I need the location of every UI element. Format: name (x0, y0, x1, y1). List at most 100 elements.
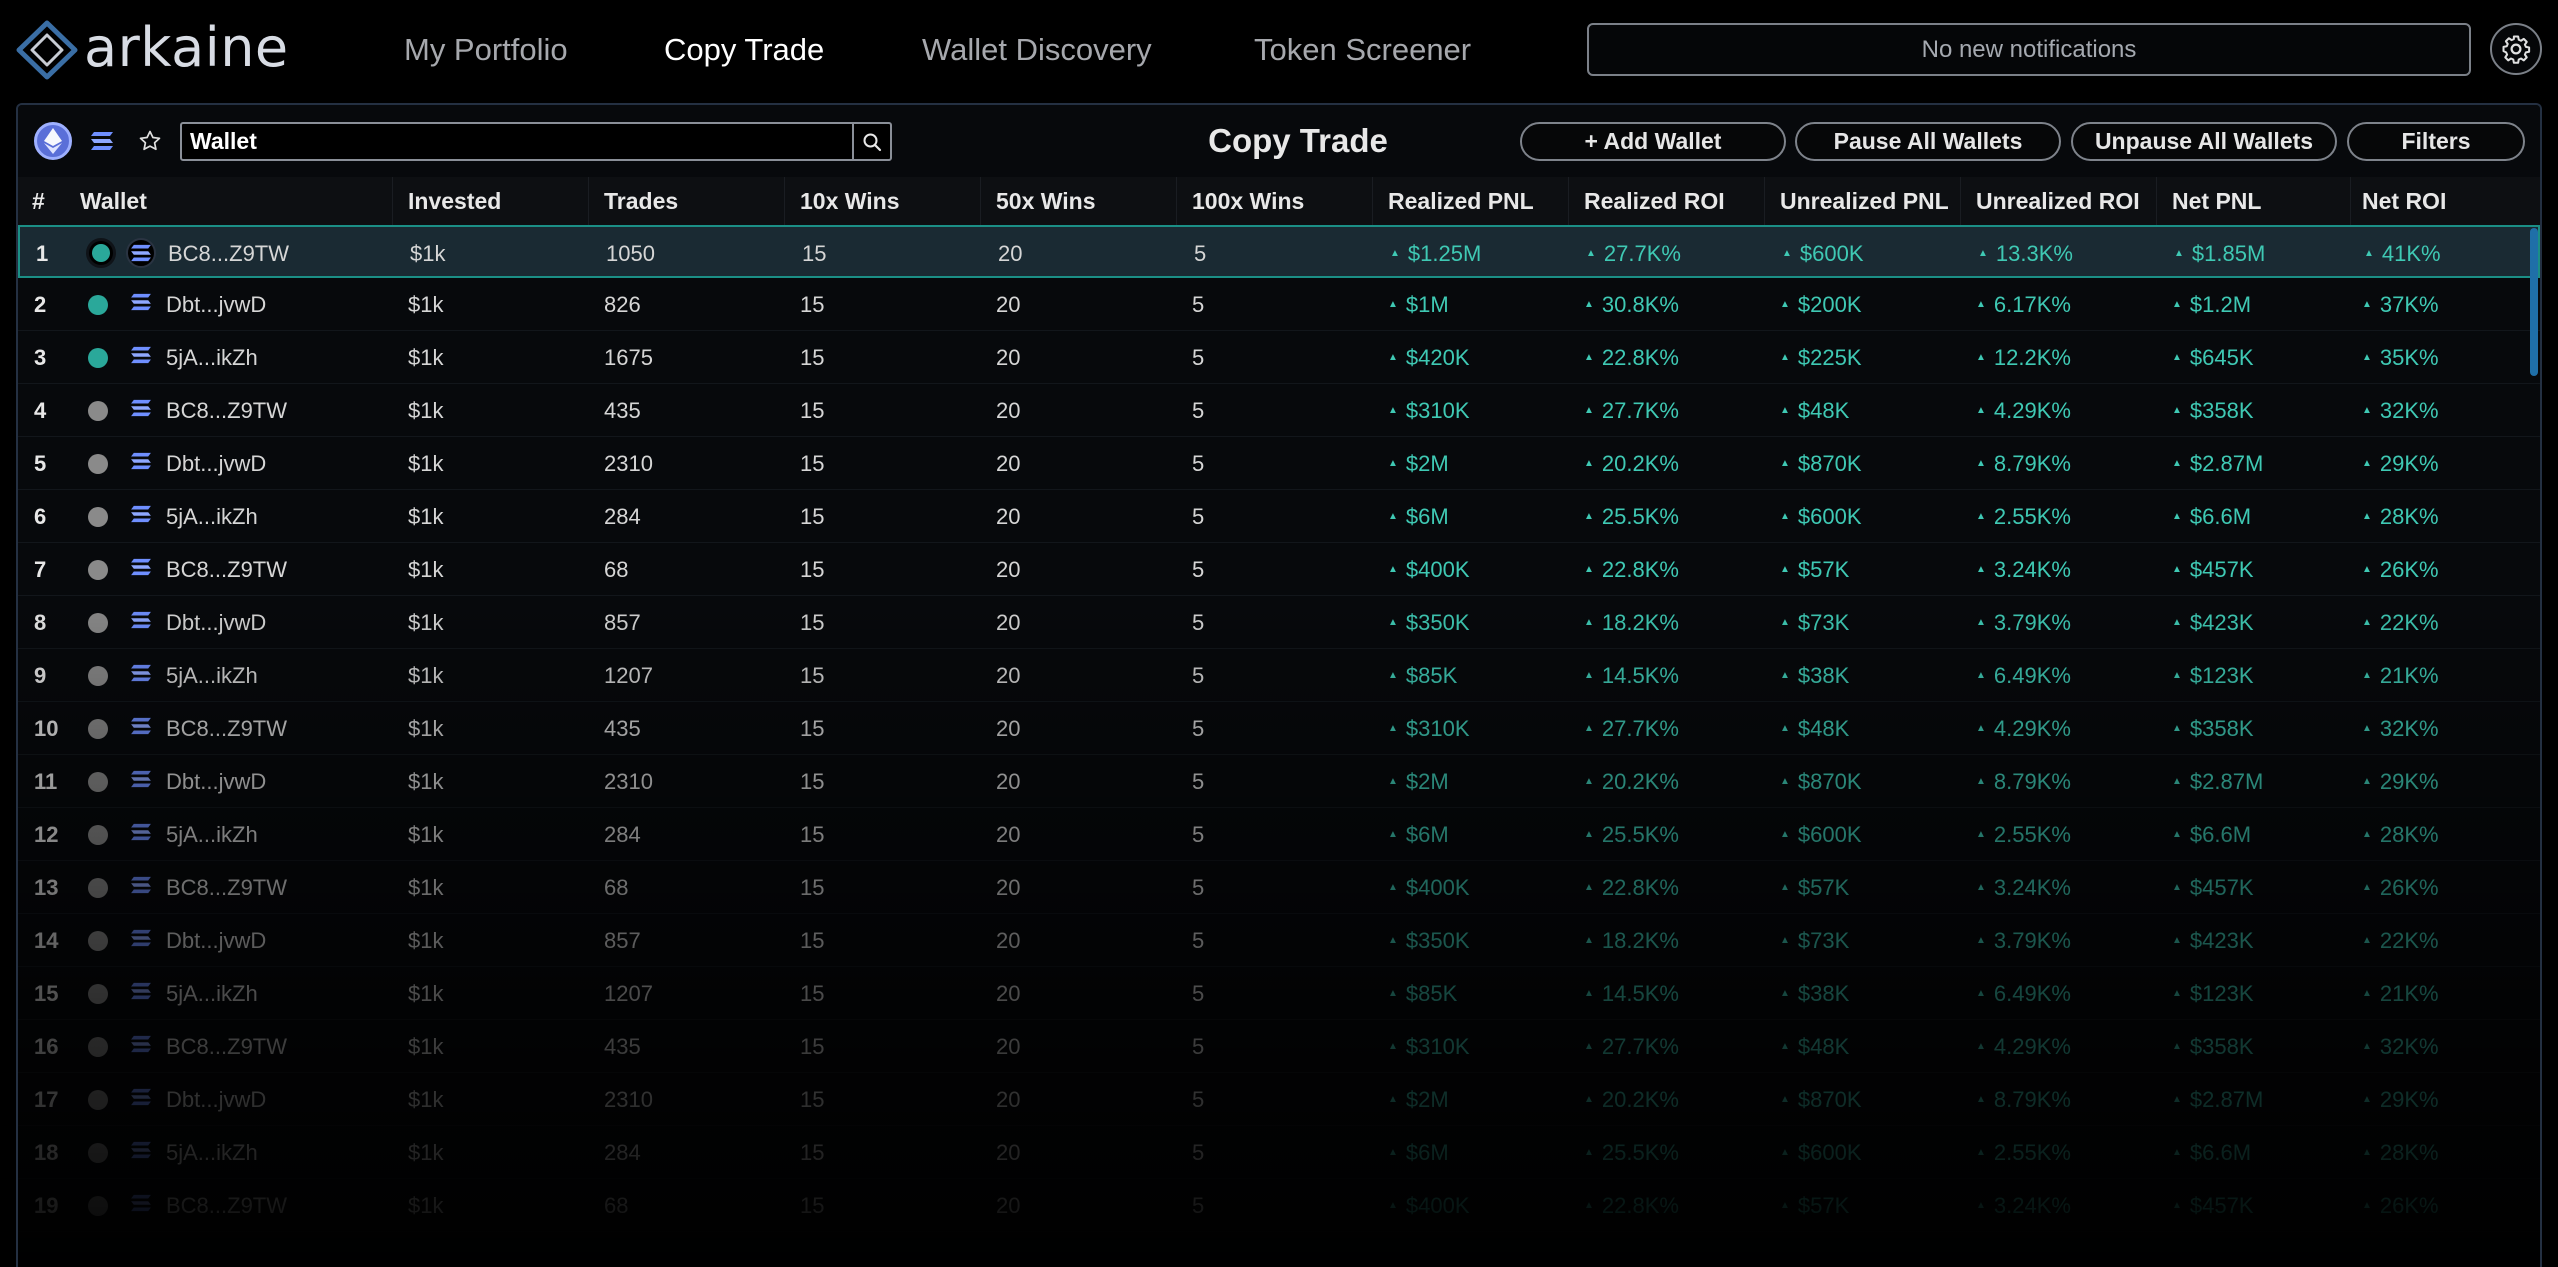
net-roi-cell: ▲ 28K% (2362, 490, 2439, 543)
wallet-address[interactable]: 5jA...ikZh (166, 331, 258, 384)
paused-status-dot[interactable] (88, 1037, 108, 1057)
paused-status-dot[interactable] (88, 878, 108, 898)
header-col-wallet[interactable]: Wallet (80, 177, 147, 225)
wins-100x-cell: 5 (1192, 610, 1205, 635)
table-row[interactable]: 13 BC8...Z9TW $1k 68 15 20 5 ▲ $400K ▲ 22.8K% ▲ $57K… (18, 861, 2540, 914)
wallet-address[interactable]: Dbt...jvwD (166, 596, 266, 649)
nav-token-screener[interactable]: Token Screener (1254, 28, 1471, 72)
paused-status-dot[interactable] (88, 719, 108, 739)
search-button[interactable] (852, 124, 890, 159)
paused-status-dot[interactable] (88, 1143, 108, 1163)
header-col-net-roi[interactable]: Net ROI (2362, 177, 2446, 225)
wallet-address[interactable]: BC8...Z9TW (166, 1020, 287, 1073)
header-col-10x-wins[interactable]: 10x Wins (800, 177, 900, 225)
table-row[interactable]: 5 Dbt...jvwD $1k 2310 15 20 5 ▲ $2M ▲ 20.2K% ▲ $870K… (18, 437, 2540, 490)
nav-copy-trade[interactable]: Copy Trade (664, 28, 824, 72)
header-col-net-pnl[interactable]: Net PNL (2172, 177, 2261, 225)
header-col-trades[interactable]: Trades (604, 177, 678, 225)
metric-value: 14.5K% (1601, 663, 1679, 688)
nav-my-portfolio[interactable]: My Portfolio (404, 28, 568, 72)
table-row[interactable]: 17 Dbt...jvwD $1k 2310 15 20 5 ▲ $2M ▲ 20.2K% ▲ $870… (18, 1073, 2540, 1126)
solana-icon (131, 293, 151, 311)
wallet-address[interactable]: BC8...Z9TW (166, 384, 287, 437)
wallet-address[interactable]: Dbt...jvwD (166, 437, 266, 490)
table-row[interactable]: 8 Dbt...jvwD $1k 857 15 20 5 ▲ $350K ▲ 18.2K% ▲ $73K… (18, 596, 2540, 649)
wallet-address[interactable]: BC8...Z9TW (166, 861, 287, 914)
solana-chain-button[interactable] (86, 125, 118, 157)
wins-50x-cell: 20 (996, 928, 1021, 953)
unrealized-pnl-cell: ▲ $48K (1780, 1020, 1849, 1073)
row-number: 10 (34, 716, 59, 741)
active-status-dot[interactable] (88, 348, 108, 368)
wallet-address[interactable]: Dbt...jvwD (166, 914, 266, 967)
brand-logo[interactable]: arkaine (14, 18, 289, 82)
paused-status-dot[interactable] (88, 984, 108, 1004)
up-arrow-icon: ▲ (1780, 881, 1790, 893)
paused-status-dot[interactable] (88, 772, 108, 792)
active-status-dot[interactable] (86, 238, 116, 268)
table-row[interactable]: 9 5jA...ikZh $1k 1207 15 20 5 ▲ $85K ▲ 14.5K% ▲ $38K… (18, 649, 2540, 702)
paused-status-dot[interactable] (88, 1196, 108, 1216)
wallet-address[interactable]: 5jA...ikZh (166, 808, 258, 861)
settings-button[interactable] (2490, 23, 2542, 75)
wallet-address[interactable]: BC8...Z9TW (168, 227, 289, 280)
wallet-address[interactable]: 5jA...ikZh (166, 490, 258, 543)
wallet-address[interactable]: BC8...Z9TW (166, 702, 287, 755)
wallet-address[interactable]: BC8...Z9TW (166, 543, 287, 596)
paused-status-dot[interactable] (88, 507, 108, 527)
ethereum-chain-button[interactable] (34, 122, 72, 160)
wallet-address[interactable]: Dbt...jvwD (166, 278, 266, 331)
header-col-realized-roi[interactable]: Realized ROI (1584, 177, 1725, 225)
wallet-address[interactable]: Dbt...jvwD (166, 1073, 266, 1126)
wallet-address[interactable]: Dbt...jvwD (166, 755, 266, 808)
header-col-realized-pnl[interactable]: Realized PNL (1388, 177, 1534, 225)
table-row[interactable]: 14 Dbt...jvwD $1k 857 15 20 5 ▲ $350K ▲ 18.2K% ▲ $73… (18, 914, 2540, 967)
header-col-invested[interactable]: Invested (408, 177, 501, 225)
metric-value: 3.24K% (1993, 557, 2071, 582)
wallet-address[interactable]: 5jA...ikZh (166, 967, 258, 1020)
table-row[interactable]: 12 5jA...ikZh $1k 284 15 20 5 ▲ $6M ▲ 25.5K% ▲ $600K… (18, 808, 2540, 861)
unpause-all-wallets-button[interactable]: Unpause All Wallets (2071, 122, 2337, 161)
wallet-address[interactable]: BC8...Z9TW (166, 1179, 287, 1232)
pause-all-wallets-button[interactable]: Pause All Wallets (1795, 122, 2061, 161)
paused-status-dot[interactable] (88, 1090, 108, 1110)
paused-status-dot[interactable] (88, 825, 108, 845)
header-col-unrealized-pnl[interactable]: Unrealized PNL (1780, 177, 1949, 225)
up-arrow-icon: ▲ (1388, 1199, 1398, 1211)
active-status-dot[interactable] (88, 295, 108, 315)
wallet-search-input[interactable] (182, 124, 852, 159)
paused-status-dot[interactable] (88, 401, 108, 421)
table-row[interactable]: 19 BC8...Z9TW $1k 68 15 20 5 ▲ $400K ▲ 22.8K% ▲ $57K… (18, 1179, 2540, 1232)
up-arrow-icon: ▲ (1388, 404, 1398, 416)
notifications-box[interactable]: No new notifications (1587, 23, 2471, 76)
table-row[interactable]: 16 BC8...Z9TW $1k 435 15 20 5 ▲ $310K ▲ 27.7K% ▲ $48… (18, 1020, 2540, 1073)
table-row[interactable]: 7 BC8...Z9TW $1k 68 15 20 5 ▲ $400K ▲ 22.8K% ▲ $57K ▲… (18, 543, 2540, 596)
header-col-unrealized-roi[interactable]: Unrealized ROI (1976, 177, 2140, 225)
paused-status-dot[interactable] (88, 666, 108, 686)
table-row[interactable]: 4 BC8...Z9TW $1k 435 15 20 5 ▲ $310K ▲ 27.7K% ▲ $48K… (18, 384, 2540, 437)
table-row[interactable]: 15 5jA...ikZh $1k 1207 15 20 5 ▲ $85K ▲ 14.5K% ▲ $38… (18, 967, 2540, 1020)
paused-status-dot[interactable] (88, 931, 108, 951)
table-scrollbar[interactable] (2530, 228, 2538, 376)
favorites-button[interactable] (132, 123, 168, 159)
add-wallet-button[interactable]: + Add Wallet (1520, 122, 1786, 161)
table-row[interactable]: 18 5jA...ikZh $1k 284 15 20 5 ▲ $6M ▲ 25.5K% ▲ $600K… (18, 1126, 2540, 1179)
paused-status-dot[interactable] (88, 454, 108, 474)
nav-wallet-discovery[interactable]: Wallet Discovery (922, 28, 1152, 72)
table-row[interactable]: 2 Dbt...jvwD $1k 826 15 20 5 ▲ $1M ▲ 30.8K% ▲ $200K ▲… (18, 278, 2540, 331)
table-row[interactable]: 6 5jA...ikZh $1k 284 15 20 5 ▲ $6M ▲ 25.5K% ▲ $600K ▲… (18, 490, 2540, 543)
invested-cell: $1k (408, 345, 444, 370)
wallet-address[interactable]: 5jA...ikZh (166, 649, 258, 702)
table-row[interactable]: 11 Dbt...jvwD $1k 2310 15 20 5 ▲ $2M ▲ 20.2K% ▲ $870… (18, 755, 2540, 808)
table-row[interactable]: 1 BC8...Z9TW $1k 1050 15 20 5 ▲ $1.25M ▲ 27.7K% ▲ $6… (18, 225, 2540, 278)
wallet-address[interactable]: 5jA...ikZh (166, 1126, 258, 1179)
header-col-number[interactable]: # (32, 177, 45, 225)
paused-status-dot[interactable] (88, 560, 108, 580)
table-row[interactable]: 3 5jA...ikZh $1k 1675 15 20 5 ▲ $420K ▲ 22.8K% ▲ $22… (18, 331, 2540, 384)
table-row[interactable]: 10 BC8...Z9TW $1k 435 15 20 5 ▲ $310K ▲ 27.7K% ▲ $48… (18, 702, 2540, 755)
net-roi-cell: ▲ 29K% (2362, 755, 2439, 808)
paused-status-dot[interactable] (88, 613, 108, 633)
header-col-50x-wins[interactable]: 50x Wins (996, 177, 1096, 225)
filters-button[interactable]: Filters (2347, 122, 2525, 161)
header-col-100x-wins[interactable]: 100x Wins (1192, 177, 1304, 225)
